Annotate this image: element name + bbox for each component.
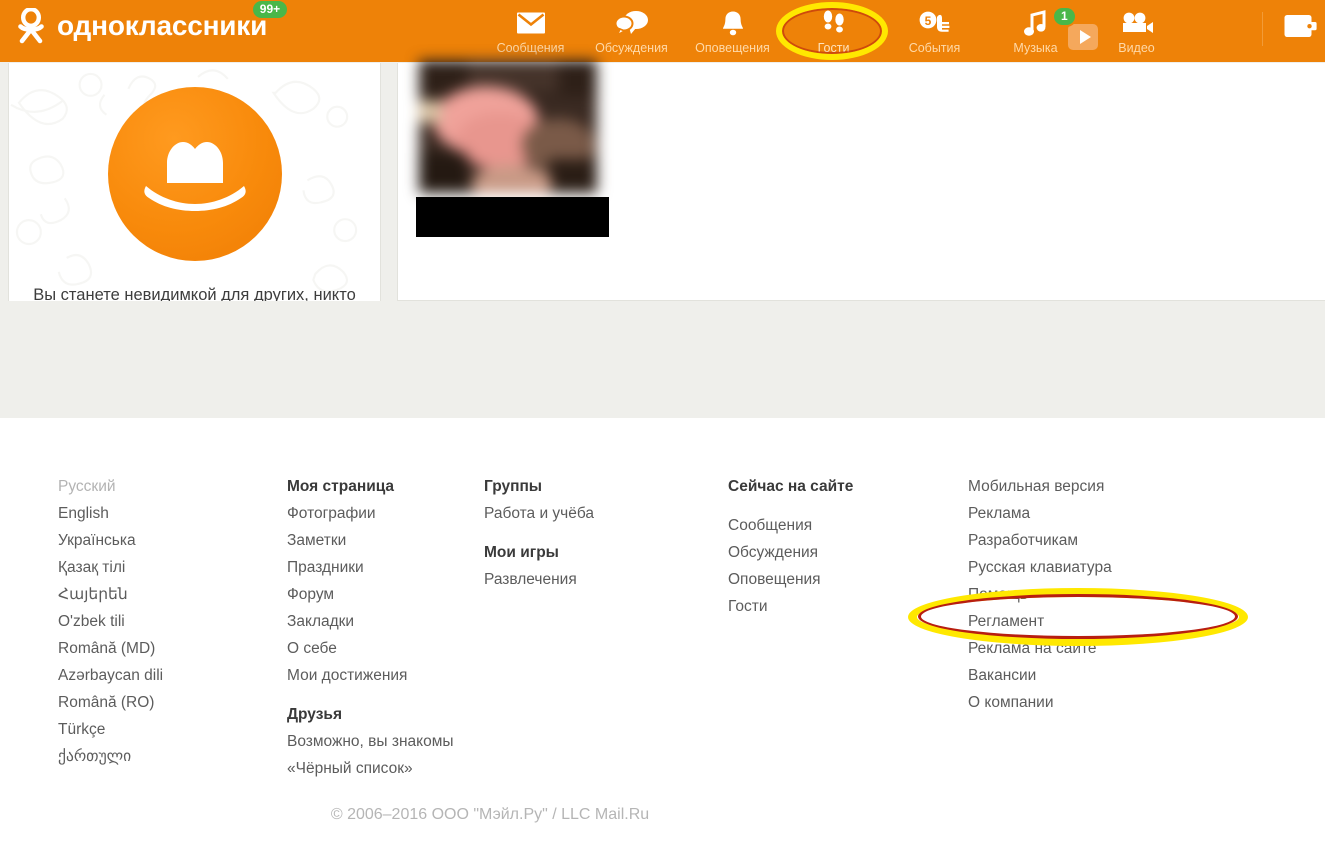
video-camera-icon xyxy=(1120,8,1154,38)
nav-label: Музыка xyxy=(1013,41,1058,55)
footer-link[interactable]: Разработчикам xyxy=(968,527,1258,554)
footer-link[interactable]: Работа и учёба xyxy=(484,500,726,527)
nav-item-events[interactable]: 5 События xyxy=(884,4,985,55)
footer-link[interactable]: Форум xyxy=(287,581,484,608)
content-background-band xyxy=(0,301,1325,418)
footer-heading[interactable]: Группы xyxy=(484,473,726,500)
nav-label: Видео xyxy=(1118,41,1155,55)
footer-column-groups: Группы Работа и учёба Мои игры Развлечен… xyxy=(484,473,726,782)
footer-link[interactable]: Мобильная версия xyxy=(968,473,1258,500)
footer-link[interactable]: О себе xyxy=(287,635,484,662)
fedora-hat-icon xyxy=(143,142,246,211)
footer-link[interactable]: ქართული xyxy=(58,743,242,770)
footer-link[interactable]: Помощь xyxy=(968,581,1258,608)
svg-text:5: 5 xyxy=(924,14,931,28)
footer-link[interactable]: «Чёрный список» xyxy=(287,755,484,782)
footer-link[interactable]: Հայերեն xyxy=(58,581,242,608)
footer-columns: Русский English Українська Қазақ тілі Հա… xyxy=(0,473,1325,782)
blurred-guest-photo[interactable] xyxy=(419,60,597,193)
footer-link[interactable]: Azərbaycan dili xyxy=(58,662,242,689)
footer-column-my-page: Моя страница Фотографии Заметки Праздник… xyxy=(242,473,484,782)
footer-link[interactable]: Заметки xyxy=(287,527,484,554)
footer-link[interactable]: Реклама на сайте xyxy=(968,635,1258,662)
footer-column-about: Мобильная версия Реклама Разработчикам Р… xyxy=(968,473,1258,782)
ok-logo-icon xyxy=(18,8,44,44)
page-root: одноклассники 99+ Сообщения xyxy=(0,0,1325,861)
top-navigation-bar: одноклассники 99+ Сообщения xyxy=(0,0,1325,62)
footer-link[interactable]: Română (RO) xyxy=(58,689,242,716)
divider xyxy=(1262,12,1263,46)
footer-link[interactable]: Закладки xyxy=(287,608,484,635)
footer-column-online-now: Сейчас на сайте Сообщения Обсуждения Опо… xyxy=(726,473,968,782)
footer-link[interactable]: Русский xyxy=(58,473,242,500)
footer-link[interactable]: English xyxy=(58,500,242,527)
nav-label: События xyxy=(908,41,961,55)
footer-link[interactable]: Вакансии xyxy=(968,662,1258,689)
footer-link[interactable]: Українська xyxy=(58,527,242,554)
footer-link[interactable]: Праздники xyxy=(287,554,484,581)
footer-heading[interactable]: Друзья xyxy=(287,701,484,728)
nav-item-guests[interactable]: Гости xyxy=(783,4,884,55)
hand-five-icon: 5 xyxy=(918,8,952,38)
video-play-promo[interactable]: 1 xyxy=(1052,6,1104,59)
footer-heading[interactable]: Мои игры xyxy=(484,539,726,566)
footer-link[interactable]: Обсуждения xyxy=(728,539,968,566)
footprints-icon xyxy=(820,8,848,38)
wallet-area xyxy=(1262,12,1317,46)
footer-link[interactable]: Сообщения xyxy=(728,512,968,539)
wallet-icon[interactable] xyxy=(1283,13,1317,45)
brand-notification-badge: 99+ xyxy=(250,0,290,20)
footer-link[interactable]: О компании xyxy=(968,689,1258,716)
footer-link[interactable]: Гости xyxy=(728,593,968,620)
footer-link[interactable]: Реклама xyxy=(968,500,1258,527)
footer-column-languages: Русский English Українська Қазақ тілі Հա… xyxy=(0,473,242,782)
footer-link[interactable]: Русская клавиатура xyxy=(968,554,1258,581)
bell-icon xyxy=(720,8,746,38)
page-footer: Русский English Українська Қазақ тілі Հա… xyxy=(0,418,1325,861)
copyright-text: © 2006–2016 ООО "Мэйл.Ру" / LLC Mail.Ru xyxy=(330,806,650,823)
footer-link[interactable]: Развлечения xyxy=(484,566,726,593)
footer-heading[interactable]: Моя страница xyxy=(287,473,484,500)
footer-link[interactable]: O'zbek tili xyxy=(58,608,242,635)
footer-link[interactable]: Română (MD) xyxy=(58,635,242,662)
video-badge: 1 xyxy=(1052,6,1077,27)
nav-item-notifications[interactable]: Оповещения xyxy=(682,4,783,55)
nav-label: Оповещения xyxy=(695,41,770,55)
redacted-name-bar xyxy=(416,197,609,237)
envelope-icon xyxy=(516,8,546,38)
footer-link[interactable]: Қазақ тілі xyxy=(58,554,242,581)
footer-link[interactable]: Возможно, вы знакомы xyxy=(287,728,484,755)
hat-avatar xyxy=(107,87,282,261)
footer-link-reglament[interactable]: Регламент xyxy=(968,608,1258,635)
footer-link[interactable]: Оповещения xyxy=(728,566,968,593)
photo-pixels xyxy=(419,60,597,193)
guests-content-panel xyxy=(397,60,1325,301)
footer-link[interactable]: Türkçe xyxy=(58,716,242,743)
footer-link[interactable]: Фотографии xyxy=(287,500,484,527)
footer-heading: Сейчас на сайте xyxy=(728,478,854,495)
brand-name: одноклассники xyxy=(57,10,268,41)
brand-logo-link[interactable]: одноклассники 99+ xyxy=(14,0,290,44)
speech-bubbles-icon xyxy=(614,8,649,38)
nav-label: Гости xyxy=(817,41,850,55)
music-note-icon xyxy=(1023,8,1049,38)
copyright-notice: © 2006–2016 ООО "Мэйл.Ру" / LLC Mail.Ru xyxy=(0,806,1325,824)
footer-link[interactable]: Мои достижения xyxy=(287,662,484,689)
